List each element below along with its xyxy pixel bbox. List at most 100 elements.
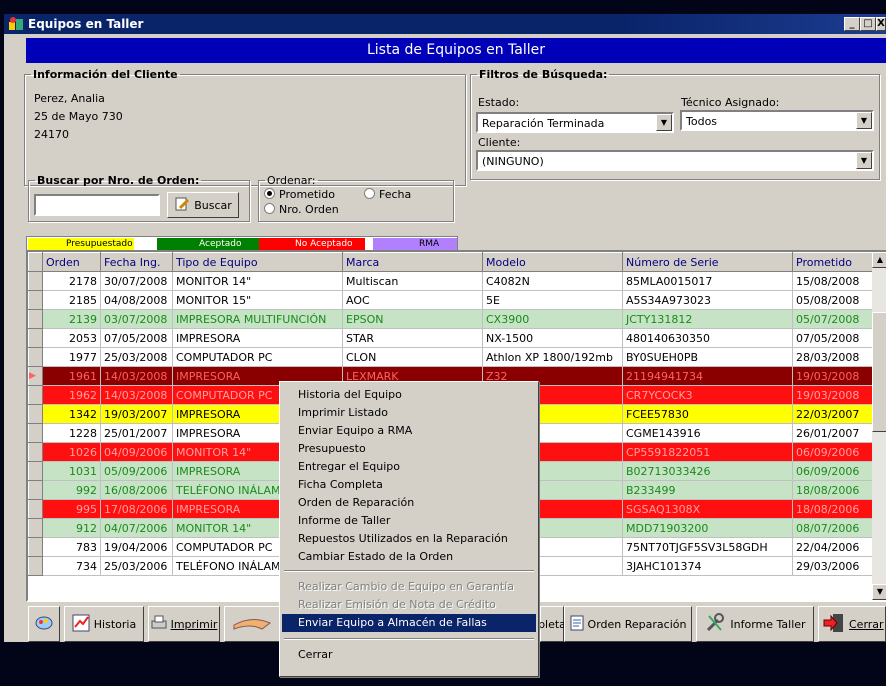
column-header-orden[interactable]: Orden xyxy=(42,252,101,272)
column-header-modelo[interactable]: Modelo xyxy=(482,252,623,272)
table-cell: 25/03/2006 xyxy=(100,556,173,576)
scroll-up-icon[interactable]: ▲ xyxy=(872,252,886,268)
row-indicator[interactable] xyxy=(28,347,43,367)
tecnico-label: Técnico Asignado: xyxy=(681,96,780,109)
vertical-scrollbar[interactable]: ▲ ▼ xyxy=(872,252,886,600)
menu-item-presupuesto[interactable]: Presupuesto xyxy=(282,440,536,458)
orden-reparacion-label: Orden Reparación xyxy=(587,617,687,631)
exit-door-icon xyxy=(823,612,845,637)
color-button[interactable] xyxy=(28,606,60,642)
cerrar-button[interactable]: Cerrar xyxy=(818,606,886,642)
sort-option-fecha[interactable]: Fecha xyxy=(364,188,411,201)
row-indicator[interactable] xyxy=(28,404,43,424)
table-row[interactable]: 2178 30/07/2008 MONITOR 14" Multiscan C4082N… xyxy=(28,271,873,291)
menu-item-imprimir-listado[interactable]: Imprimir Listado xyxy=(282,404,536,422)
row-indicator[interactable] xyxy=(28,461,43,481)
sort-option-nro-orden[interactable]: Nro. Orden xyxy=(264,203,339,216)
informe-taller-button[interactable]: Informe Taller xyxy=(696,606,814,642)
row-indicator[interactable] xyxy=(28,442,43,462)
table-cell: 29/03/2006 xyxy=(792,556,873,576)
estado-select[interactable]: Reparación Terminada ▼ xyxy=(476,112,674,133)
table-cell: 22/04/2006 xyxy=(792,537,873,557)
tecnico-select[interactable]: Todos ▼ xyxy=(680,110,874,131)
menu-item-ficha-completa[interactable]: Ficha Completa xyxy=(282,476,536,494)
estado-value: Reparación Terminada xyxy=(482,117,605,130)
buscar-button[interactable]: Buscar xyxy=(167,192,239,218)
orden-reparacion-button[interactable]: Orden Reparación xyxy=(564,606,692,642)
table-row[interactable]: 2139 03/07/2008 IMPRESORA MULTIFUNCIÓN EPSO… xyxy=(28,309,873,329)
table-cell: 912 xyxy=(42,518,101,538)
table-cell: 19/03/2008 xyxy=(792,366,873,386)
menu-item-cerrar[interactable]: Cerrar xyxy=(282,646,536,664)
row-indicator[interactable] xyxy=(28,537,43,557)
table-cell: IMPRESORA MULTIFUNCIÓN xyxy=(172,309,343,329)
table-cell: Multiscan xyxy=(342,271,483,291)
radio-icon xyxy=(264,188,275,199)
cliente-select[interactable]: (NINGUNO) ▼ xyxy=(476,150,874,171)
imprimir-button[interactable]: Imprimir xyxy=(148,606,220,642)
legend-aceptado: Aceptado xyxy=(199,239,242,249)
table-row[interactable]: 2053 07/05/2008 IMPRESORA STAR NX-1500 480140… xyxy=(28,328,873,348)
menu-item-enviar-rma[interactable]: Enviar Equipo a RMA xyxy=(282,422,536,440)
table-cell: 19/03/2007 xyxy=(100,404,173,424)
chevron-down-icon[interactable]: ▼ xyxy=(856,152,872,169)
row-indicator[interactable] xyxy=(28,423,43,443)
row-indicator[interactable] xyxy=(28,290,43,310)
table-cell: 25/01/2007 xyxy=(100,423,173,443)
client-info-group: Información del Cliente xyxy=(24,68,466,186)
menu-item-informe-taller[interactable]: Informe de Taller xyxy=(282,512,536,530)
search-filters-legend: Filtros de Búsqueda: xyxy=(479,68,608,81)
table-cell: B233499 xyxy=(622,480,793,500)
row-indicator[interactable] xyxy=(28,271,43,291)
table-cell: COMPUTADOR PC xyxy=(172,347,343,367)
menu-item-historia[interactable]: Historia del Equipo xyxy=(282,386,536,404)
tools-icon xyxy=(704,612,726,637)
menu-item-repuestos[interactable]: Repuestos Utilizados en la Reparación xyxy=(282,530,536,548)
table-cell: 783 xyxy=(42,537,101,557)
order-number-input[interactable] xyxy=(34,194,160,216)
chevron-down-icon[interactable]: ▼ xyxy=(656,114,672,131)
sort-option-fecha-label: Fecha xyxy=(379,188,412,201)
column-header-marca[interactable]: Marca xyxy=(342,252,483,272)
maximize-button[interactable]: □ xyxy=(860,17,876,31)
chevron-down-icon[interactable]: ▼ xyxy=(856,112,872,129)
entregar-button[interactable] xyxy=(224,606,280,642)
table-cell: Athlon XP 1800/192mb xyxy=(482,347,623,367)
column-header-tipo[interactable]: Tipo de Equipo xyxy=(172,252,343,272)
row-indicator[interactable] xyxy=(28,309,43,329)
table-cell: 2185 xyxy=(42,290,101,310)
scroll-down-icon[interactable]: ▼ xyxy=(872,584,886,600)
table-cell: C4082N xyxy=(482,271,623,291)
ficha-completa-button[interactable]: pleta xyxy=(538,606,566,642)
row-indicator[interactable] xyxy=(28,518,43,538)
order-search-legend: Buscar por Nro. de Orden: xyxy=(37,174,200,187)
column-header-serie[interactable]: Número de Serie xyxy=(622,252,793,272)
table-cell: CLON xyxy=(342,347,483,367)
menu-item-almacen-fallas[interactable]: Enviar Equipo a Almacén de Fallas xyxy=(282,614,536,632)
row-indicator[interactable] xyxy=(28,385,43,405)
table-cell: 03/07/2008 xyxy=(100,309,173,329)
menu-item-orden-reparacion[interactable]: Orden de Reparación xyxy=(282,494,536,512)
menu-item-entregar[interactable]: Entregar el Equipo xyxy=(282,458,536,476)
title-bar: Equipos en Taller _ □ X xyxy=(4,14,886,34)
table-cell: 1961 xyxy=(42,366,101,386)
table-row[interactable]: 2185 04/08/2008 MONITOR 15" AOC 5E A5S34A9730… xyxy=(28,290,873,310)
row-indicator[interactable] xyxy=(28,328,43,348)
close-window-button[interactable]: X xyxy=(876,17,886,31)
menu-item-cambiar-estado[interactable]: Cambiar Estado de la Orden xyxy=(282,548,536,566)
row-indicator[interactable] xyxy=(28,480,43,500)
row-indicator[interactable]: ▶ xyxy=(28,366,43,386)
row-indicator[interactable] xyxy=(28,499,43,519)
column-header-fecha[interactable]: Fecha Ing. xyxy=(100,252,173,272)
document-icon xyxy=(570,615,584,634)
sort-option-prometido[interactable]: Prometido xyxy=(264,188,335,201)
table-cell: 85MLA0015017 xyxy=(622,271,793,291)
column-header-prometido[interactable]: Prometido xyxy=(792,252,873,272)
table-cell: 07/05/2008 xyxy=(100,328,173,348)
historia-button[interactable]: Historia xyxy=(64,606,144,642)
minimize-button[interactable]: _ xyxy=(844,17,860,31)
row-indicator[interactable] xyxy=(28,556,43,576)
table-row[interactable]: 1977 25/03/2008 COMPUTADOR PC CLON Athlon XP… xyxy=(28,347,873,367)
table-cell: 1977 xyxy=(42,347,101,367)
scroll-thumb[interactable] xyxy=(872,312,886,432)
